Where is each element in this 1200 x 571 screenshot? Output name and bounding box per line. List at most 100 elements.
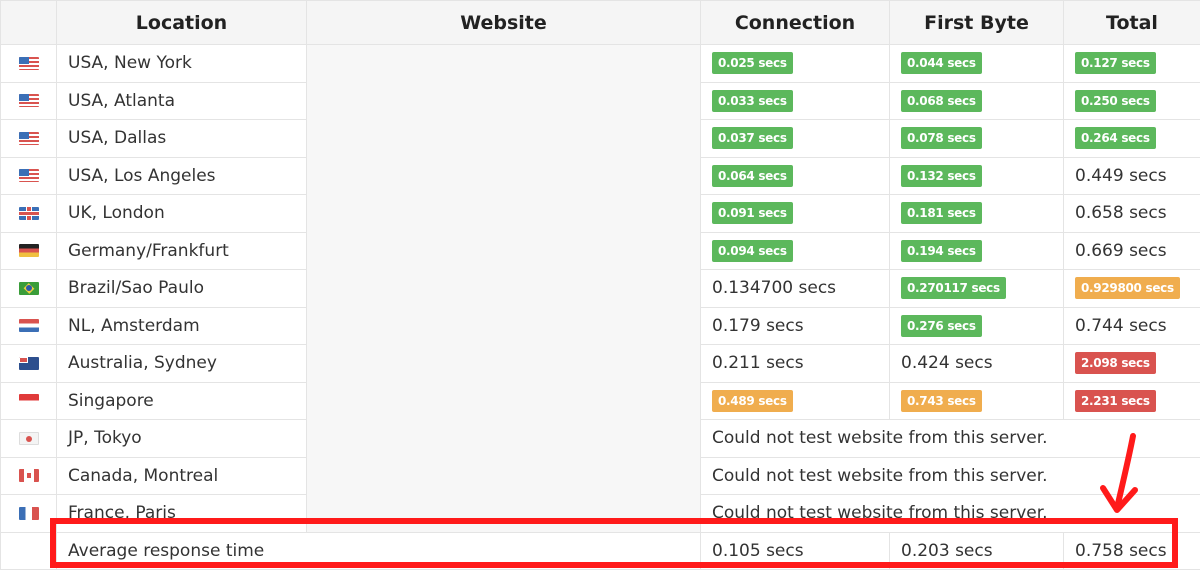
- first-byte-cell-badge-green: 0.078 secs: [901, 127, 982, 150]
- connection-cell: 0.037 secs: [700, 119, 890, 158]
- ca-flag-icon: [18, 469, 39, 483]
- first-byte-cell: 0.078 secs: [889, 119, 1064, 158]
- total-cell-value: 0.658 secs: [1075, 203, 1167, 224]
- connection-cell-badge-green: 0.025 secs: [712, 52, 793, 75]
- first-byte-cell-badge-green: 0.181 secs: [901, 202, 982, 225]
- first-byte-cell: 0.068 secs: [889, 81, 1064, 120]
- average-label: Average response time: [56, 531, 701, 570]
- total-cell: 2.098 secs: [1063, 344, 1200, 383]
- header-first-byte[interactable]: First Byte: [889, 0, 1064, 45]
- average-connection: 0.105 secs: [700, 531, 890, 570]
- table-header-row: Location Website Connection First Byte T…: [0, 0, 1200, 45]
- connection-cell: 0.094 secs: [700, 231, 890, 270]
- header-total[interactable]: Total: [1063, 0, 1200, 45]
- connection-cell-badge-green: 0.033 secs: [712, 89, 793, 112]
- nl-flag-icon: [18, 319, 39, 333]
- connection-cell-badge-green: 0.037 secs: [712, 127, 793, 150]
- flag-cell: [0, 456, 57, 495]
- uk-flag-icon: [18, 206, 39, 220]
- table-body: USA, New York 0.025 secs 0.044 secs 0.127 s…: [0, 44, 1200, 570]
- total-cell: 0.449 secs: [1063, 156, 1200, 195]
- sg-flag-icon: [18, 394, 39, 408]
- us-flag-icon: [18, 94, 39, 108]
- speed-test-results-table: Location Website Connection First Byte T…: [0, 0, 1200, 570]
- total-cell: 2.231 secs: [1063, 381, 1200, 420]
- connection-cell: 0.064 secs: [700, 156, 890, 195]
- br-flag-icon: [18, 281, 39, 295]
- total-cell: 0.929800 secs: [1063, 269, 1200, 308]
- connection-cell-badge-green: 0.094 secs: [712, 239, 793, 262]
- connection-cell-value: 0.211 secs: [712, 353, 804, 374]
- us-flag-icon: [18, 56, 39, 70]
- header-connection[interactable]: Connection: [700, 0, 890, 45]
- flag-cell: [0, 344, 57, 383]
- total-cell: 0.127 secs: [1063, 44, 1200, 83]
- header-website[interactable]: Website: [306, 0, 701, 45]
- first-byte-cell-value: 0.424 secs: [901, 353, 993, 374]
- flag-cell: [0, 269, 57, 308]
- connection-cell: 0.489 secs: [700, 381, 890, 420]
- first-byte-cell: 0.194 secs: [889, 231, 1064, 270]
- average-row: Average response time 0.105 secs 0.203 sec…: [0, 531, 1200, 570]
- location-cell: Brazil/Sao Paulo: [56, 269, 307, 308]
- total-cell-badge-green: 0.250 secs: [1075, 89, 1156, 112]
- connection-cell-badge-green: 0.091 secs: [712, 202, 793, 225]
- average-flag-cell: [0, 531, 57, 570]
- first-byte-cell: 0.743 secs: [889, 381, 1064, 420]
- flag-cell: [0, 231, 57, 270]
- website-cell: [306, 44, 701, 533]
- au-flag-icon: [18, 356, 39, 370]
- us-flag-icon: [18, 169, 39, 183]
- connection-cell: 0.025 secs: [700, 44, 890, 83]
- first-byte-cell: 0.181 secs: [889, 194, 1064, 233]
- header-flag: [0, 0, 57, 45]
- location-cell: Australia, Sydney: [56, 344, 307, 383]
- flag-cell: [0, 44, 57, 83]
- error-message: Could not test website from this server.: [700, 494, 1200, 533]
- connection-cell: 0.091 secs: [700, 194, 890, 233]
- first-byte-cell: 0.132 secs: [889, 156, 1064, 195]
- total-cell-badge-red: 2.098 secs: [1075, 352, 1156, 375]
- total-cell-badge-orange: 0.929800 secs: [1075, 277, 1180, 300]
- location-cell: NL, Amsterdam: [56, 306, 307, 345]
- connection-cell: 0.134700 secs: [700, 269, 890, 308]
- total-cell-value: 0.449 secs: [1075, 165, 1167, 186]
- first-byte-cell-badge-green: 0.276 secs: [901, 314, 982, 337]
- connection-cell-value: 0.179 secs: [712, 315, 804, 336]
- connection-cell-badge-green: 0.064 secs: [712, 164, 793, 187]
- average-total: 0.758 secs: [1063, 531, 1200, 570]
- first-byte-cell-badge-green: 0.068 secs: [901, 89, 982, 112]
- location-cell: France, Paris: [56, 494, 307, 533]
- location-cell: UK, London: [56, 194, 307, 233]
- us-flag-icon: [18, 131, 39, 145]
- total-cell-badge-red: 2.231 secs: [1075, 389, 1156, 412]
- error-message: Could not test website from this server.: [700, 456, 1200, 495]
- connection-cell: 0.033 secs: [700, 81, 890, 120]
- total-cell: 0.264 secs: [1063, 119, 1200, 158]
- flag-cell: [0, 419, 57, 458]
- location-cell: USA, Los Angeles: [56, 156, 307, 195]
- fr-flag-icon: [18, 506, 39, 520]
- location-cell: USA, New York: [56, 44, 307, 83]
- total-cell: 0.658 secs: [1063, 194, 1200, 233]
- first-byte-cell-badge-green: 0.044 secs: [901, 52, 982, 75]
- location-cell: Germany/Frankfurt: [56, 231, 307, 270]
- total-cell-badge-green: 0.127 secs: [1075, 52, 1156, 75]
- flag-cell: [0, 81, 57, 120]
- average-first-byte: 0.203 secs: [889, 531, 1064, 570]
- total-cell-badge-green: 0.264 secs: [1075, 127, 1156, 150]
- flag-cell: [0, 119, 57, 158]
- location-cell: Singapore: [56, 381, 307, 420]
- flag-cell: [0, 194, 57, 233]
- connection-cell: 0.179 secs: [700, 306, 890, 345]
- first-byte-cell: 0.270117 secs: [889, 269, 1064, 308]
- flag-cell: [0, 381, 57, 420]
- first-byte-cell: 0.044 secs: [889, 44, 1064, 83]
- header-location[interactable]: Location: [56, 0, 307, 45]
- connection-cell-badge-orange: 0.489 secs: [712, 389, 793, 412]
- first-byte-cell-badge-orange: 0.743 secs: [901, 389, 982, 412]
- first-byte-cell-badge-green: 0.194 secs: [901, 239, 982, 262]
- total-cell: 0.250 secs: [1063, 81, 1200, 120]
- flag-cell: [0, 306, 57, 345]
- flag-cell: [0, 156, 57, 195]
